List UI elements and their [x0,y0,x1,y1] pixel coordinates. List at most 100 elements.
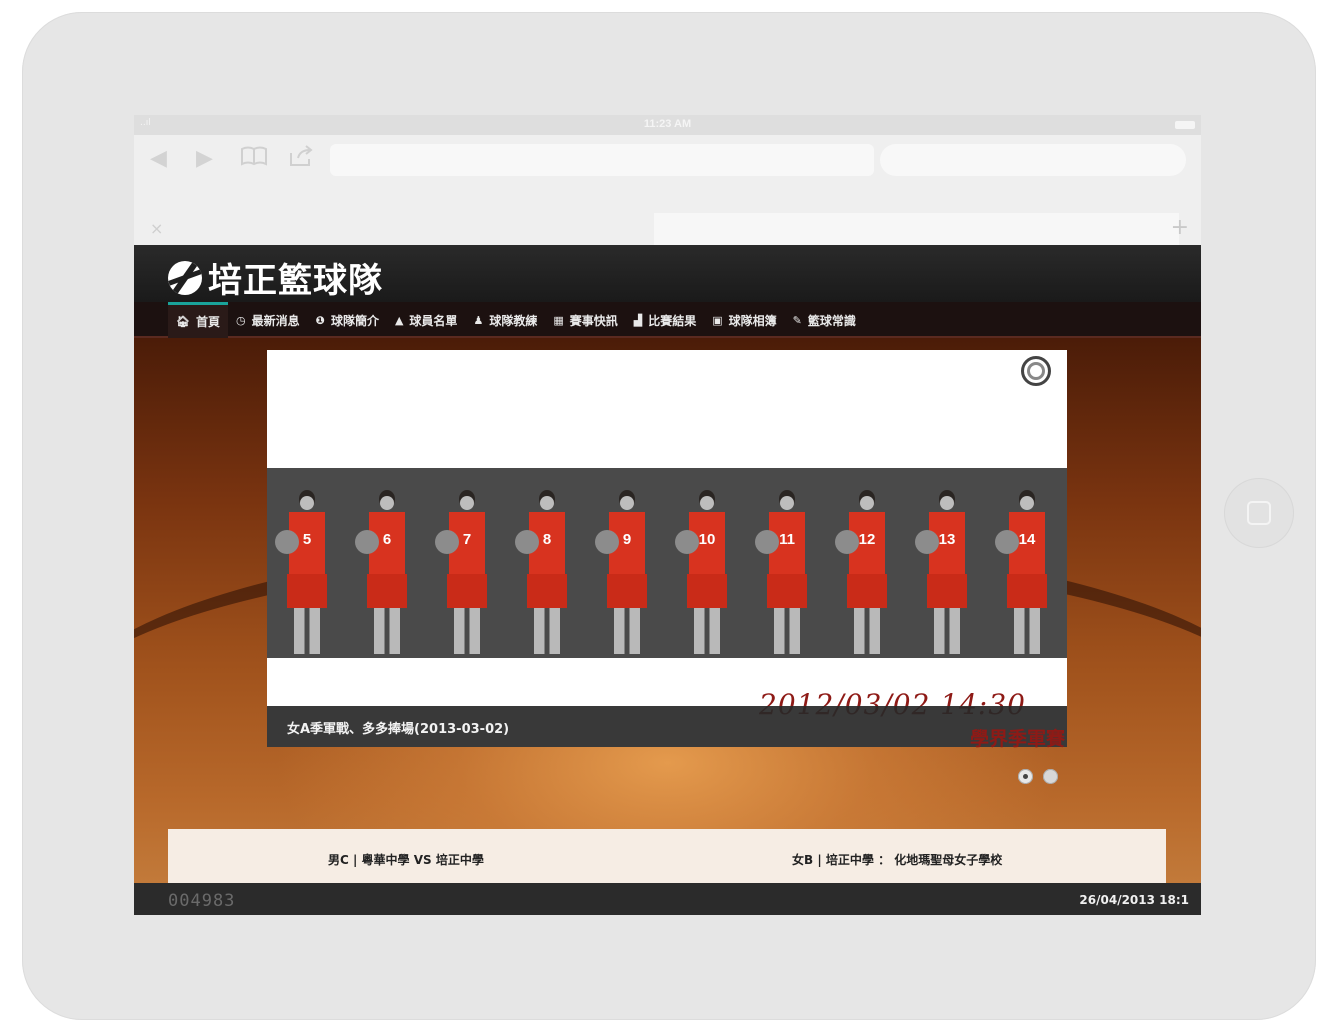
nav-item-album[interactable]: ▣ 球隊相簿 [704,302,784,338]
nav-item-about[interactable]: ❶ 球隊簡介 [308,302,387,338]
nav-item-home[interactable]: 🏠︎ 首頁 [168,302,228,338]
battery-icon [1175,121,1195,129]
basketball-prop-icon [275,530,299,554]
nav-label: 賽事快訊 [569,313,618,328]
bookmarks-icon[interactable] [240,145,268,175]
tab-active[interactable] [654,213,1179,245]
footer-datetime: 26/04/2013 18:1 [1079,893,1189,907]
player-shorts [287,574,327,608]
nav-label: 籃球常識 [807,313,856,328]
nav-item-coaches[interactable]: ♟ 球隊教練 [465,302,545,338]
home-icon: 🏠︎ [176,315,190,328]
player-shorts [767,574,807,608]
new-tab-icon[interactable]: + [1171,215,1189,240]
calendar-icon: ▦ [553,313,564,327]
basketball-prop-icon [675,530,699,554]
nav-label: 首頁 [195,315,220,329]
basketball-prop-icon [755,530,779,554]
player-face [700,496,714,510]
player-face [540,496,554,510]
home-button[interactable] [1224,478,1294,548]
player-legs [934,608,960,654]
player-legs [1014,608,1040,654]
player-face [1020,496,1034,510]
ticker-match-1[interactable]: 男C | 粵華中學 VS 培正中學 [328,851,484,868]
ticker-match-2[interactable]: 女B | 培正中學 ： 化地瑪聖母女子學校 [792,851,1002,868]
search-bar[interactable] [880,144,1186,176]
player-figure: 13 [915,490,969,654]
player-legs [294,608,320,654]
clock-icon: ◷ [235,313,246,327]
hero-section: 5 6 7 8 9 10 11 12 13 14 2012/03/02 14:30 女A季軍戰、多… [134,338,1201,883]
nav-label: 比賽結果 [648,313,697,328]
player-shorts [687,574,727,608]
nav-label: 球隊簡介 [330,313,379,328]
player-legs [534,608,560,654]
slider-dot-1[interactable] [1018,769,1033,784]
player-legs [454,608,480,654]
player-shorts [1007,574,1047,608]
site-footer: 004983 26/04/2013 18:1 [134,883,1201,915]
basketball-prop-icon [915,530,939,554]
nav-label: 球隊教練 [489,313,538,328]
loading-spinner-icon [1021,356,1051,386]
player-face [300,496,314,510]
site-logo[interactable]: 培正籃球隊 [168,253,383,302]
slider-dot-2[interactable] [1043,769,1058,784]
nav-item-roster[interactable]: ▲ 球員名單 [387,302,465,338]
nav-item-knowledge[interactable]: ✎ 籃球常識 [785,302,864,338]
player-figure: 8 [515,490,569,654]
player-figure: 9 [595,490,649,654]
slider-dots [1018,769,1058,784]
user-icon: ♟ [473,313,484,327]
basketball-prop-icon [435,530,459,554]
browser-toolbar: ◀ ▶ [134,135,1201,185]
nav-label: 球員名單 [409,313,458,328]
status-time: 11:23 AM [643,118,692,130]
screen: ..ıl 11:23 AM ◀ ▶ × + 培正籃球隊 🏠︎ 首頁 ◷ 最新消息 ❶… [134,115,1201,915]
player-legs [614,608,640,654]
player-face [460,496,474,510]
player-shorts [447,574,487,608]
pin-icon: ✎ [792,313,802,327]
image-slider[interactable]: 5 6 7 8 9 10 11 12 13 14 2012/03/02 14:30 女A季軍戰、多… [267,350,1067,750]
nav-label: 最新消息 [251,313,300,328]
player-shorts [367,574,407,608]
player-shorts [847,574,887,608]
chart-icon: ▟ [633,313,643,327]
forward-icon[interactable]: ▶ [196,145,213,173]
status-bar: ..ıl 11:23 AM [134,115,1201,135]
player-face [780,496,794,510]
address-bar[interactable] [330,144,874,176]
home-square-icon [1247,501,1271,525]
picture-icon: ▣ [712,313,723,327]
player-shorts [527,574,567,608]
player-figure: 10 [675,490,729,654]
player-shorts [607,574,647,608]
slide-caption[interactable]: 女A季軍戰、多多捧場(2013-03-02) 學界季軍賽 [267,706,1067,750]
player-figure: 11 [755,490,809,654]
caption-text: 女A季軍戰、多多捧場(2013-03-02) [287,722,510,737]
nav-item-news[interactable]: ◷ 最新消息 [228,302,308,338]
caption-subtitle: 學界季軍賽 [969,728,1065,750]
back-icon[interactable]: ◀ [150,145,167,173]
visitor-counter: 004983 [168,891,236,911]
basketball-prop-icon [595,530,619,554]
player-figure: 5 [275,490,329,654]
tab-close-icon[interactable]: × [150,219,163,238]
site-header: 培正籃球隊 [134,245,1201,302]
team-icon: ▲ [394,313,404,327]
nav-item-schedule[interactable]: ▦ 賽事快訊 [545,302,625,338]
player-legs [774,608,800,654]
basketball-icon [168,260,202,295]
player-face [380,496,394,510]
match-ticker: 男C | 粵華中學 VS 培正中學 女B | 培正中學 ： 化地瑪聖母女子學校 [168,829,1166,883]
player-legs [374,608,400,654]
player-legs [694,608,720,654]
nav-item-results[interactable]: ▟ 比賽結果 [626,302,704,338]
player-shorts [927,574,967,608]
player-figure: 14 [995,490,1049,654]
basketball-prop-icon [995,530,1019,554]
basketball-prop-icon [515,530,539,554]
share-icon[interactable] [288,145,314,175]
